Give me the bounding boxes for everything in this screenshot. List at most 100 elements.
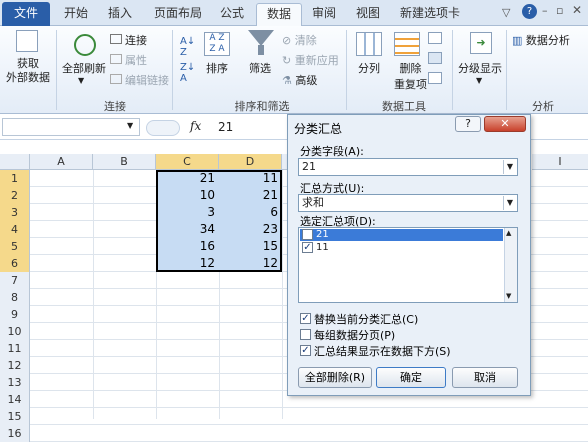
remove-duplicates-button[interactable]: 删除 重复项 (394, 60, 427, 92)
cell[interactable]: 21 (158, 170, 218, 187)
tab-view[interactable]: 视图 (350, 3, 386, 26)
scroll-up-icon[interactable]: ▲ (506, 229, 511, 237)
column-gridline (93, 170, 94, 419)
row-header[interactable]: 4 (0, 221, 30, 238)
tab-review[interactable]: 审阅 (306, 3, 342, 26)
restore-icon[interactable]: ▫ (556, 4, 563, 17)
insert-function-icon[interactable]: fx (190, 119, 201, 133)
chevron-down-icon[interactable]: ▼ (503, 160, 516, 174)
cell[interactable]: 3 (158, 204, 218, 221)
name-box[interactable] (2, 118, 140, 136)
remove-all-button[interactable]: 全部删除(R) (298, 367, 372, 388)
function-select[interactable]: 求和 (298, 194, 518, 212)
sort-az-icon[interactable]: A↓ Z (180, 36, 195, 58)
cancel-button[interactable]: 取消 (452, 367, 518, 388)
tab-formulas[interactable]: 公式 (214, 3, 250, 26)
clear-icon: ⊘ (282, 34, 295, 47)
group-outline-button[interactable]: 分级显示 (458, 60, 502, 76)
select-all-corner[interactable] (0, 154, 30, 170)
row-header[interactable]: 8 (0, 289, 30, 306)
chevron-down-icon[interactable]: ▼ (127, 121, 133, 130)
list-item[interactable] (300, 229, 503, 241)
help-icon[interactable]: ? (522, 4, 537, 19)
tab-home[interactable]: 开始 (58, 3, 94, 26)
subtotal-item-checkbox[interactable]: ✓ (302, 242, 313, 253)
group-data-tools-label: 数据工具 (382, 100, 426, 113)
sort-za-icon[interactable]: Z↓ A (180, 62, 195, 84)
cell[interactable]: 12 (221, 255, 281, 272)
cell[interactable]: 15 (221, 238, 281, 255)
cell[interactable]: 6 (221, 204, 281, 221)
minimize-ribbon-icon[interactable]: ▽ (502, 6, 510, 19)
column-header-c[interactable]: C (156, 154, 219, 170)
reapply-button: ↻ 重新应用 (282, 52, 339, 68)
cell[interactable]: 11 (221, 170, 281, 187)
data-validation-icon[interactable] (428, 32, 442, 44)
dialog-title: 分类汇总 (294, 122, 343, 136)
replace-subtotals-checkbox[interactable]: ✓ (300, 313, 311, 324)
row-header[interactable]: 1 (0, 170, 30, 187)
row-header[interactable]: 16 (0, 425, 30, 442)
text-to-columns-button[interactable]: 分列 (358, 60, 380, 76)
subtotal-item-checkbox[interactable] (302, 229, 313, 240)
list-scrollbar[interactable] (504, 228, 517, 302)
replace-subtotals-label: 替换当前分类汇总(C) (314, 313, 419, 326)
connections-button[interactable]: 连接 (110, 32, 147, 48)
group-connections-label: 连接 (104, 100, 126, 113)
ok-button[interactable]: 确定 (376, 367, 446, 388)
row-header[interactable]: 15 (0, 408, 30, 425)
row-header[interactable]: 13 (0, 374, 30, 391)
row-header[interactable]: 6 (0, 255, 30, 272)
column-header-d[interactable]: D (219, 154, 282, 170)
summary-below-label: 汇总结果显示在数据下方(S) (314, 345, 451, 358)
cell[interactable]: 12 (158, 255, 218, 272)
row-header[interactable]: 10 (0, 323, 30, 340)
row-header[interactable]: 11 (0, 340, 30, 357)
group-separator (346, 30, 347, 110)
group-by-select[interactable]: 21 (298, 158, 518, 176)
minimize-icon[interactable]: – (542, 4, 548, 17)
column-header-i[interactable]: I (532, 154, 588, 170)
cell[interactable]: 21 (221, 187, 281, 204)
page-break-checkbox[interactable] (300, 329, 311, 340)
summary-below-checkbox[interactable]: ✓ (300, 345, 311, 356)
formula-input[interactable]: 21 (218, 120, 233, 134)
tab-file[interactable]: 文件 (2, 2, 50, 26)
cell[interactable]: 34 (158, 221, 218, 238)
cell[interactable]: 10 (158, 187, 218, 204)
dialog-close-button[interactable]: ✕ (484, 116, 526, 132)
row-header[interactable]: 2 (0, 187, 30, 204)
chevron-down-icon: ▼ (476, 76, 483, 85)
chevron-down-icon[interactable]: ▼ (503, 196, 516, 210)
row-header[interactable]: 7 (0, 272, 30, 289)
cell[interactable]: 23 (221, 221, 281, 238)
cell[interactable]: 16 (158, 238, 218, 255)
row-header[interactable]: 14 (0, 391, 30, 408)
row-header[interactable]: 3 (0, 204, 30, 221)
close-icon[interactable]: ✕ (572, 3, 582, 17)
sort-button[interactable]: 排序 (206, 60, 228, 76)
row-header[interactable]: 5 (0, 238, 30, 255)
clear-button: ⊘ 清除 (282, 32, 317, 48)
consolidate-icon[interactable] (428, 52, 442, 64)
reapply-icon: ↻ (282, 54, 295, 67)
refresh-all-button[interactable]: 全部刷新 (62, 60, 106, 76)
column-header-a[interactable]: A (30, 154, 93, 170)
advanced-icon: ⚗ (282, 74, 296, 87)
tab-data[interactable]: 数据 (256, 3, 302, 26)
advanced-button[interactable]: ⚗ 高级 (282, 72, 317, 88)
filter-button[interactable]: 筛选 (249, 60, 271, 76)
data-analysis-button[interactable]: ▥ 数据分析 (512, 32, 570, 48)
tab-page-layout[interactable]: 页面布局 (148, 3, 208, 26)
group-outline-icon: ➜ (470, 32, 492, 54)
tab-new[interactable]: 新建选项卡 (394, 3, 466, 26)
row-header[interactable]: 12 (0, 357, 30, 374)
row-header[interactable]: 9 (0, 306, 30, 323)
what-if-analysis-icon[interactable] (428, 72, 442, 84)
tab-insert[interactable]: 插入 (102, 3, 138, 26)
column-header-b[interactable]: B (93, 154, 156, 170)
group-separator (506, 30, 507, 110)
get-external-data-button[interactable]: 获取 外部数据 (3, 57, 53, 85)
scroll-down-icon[interactable]: ▼ (506, 292, 511, 300)
dialog-help-button[interactable]: ? (455, 116, 481, 132)
